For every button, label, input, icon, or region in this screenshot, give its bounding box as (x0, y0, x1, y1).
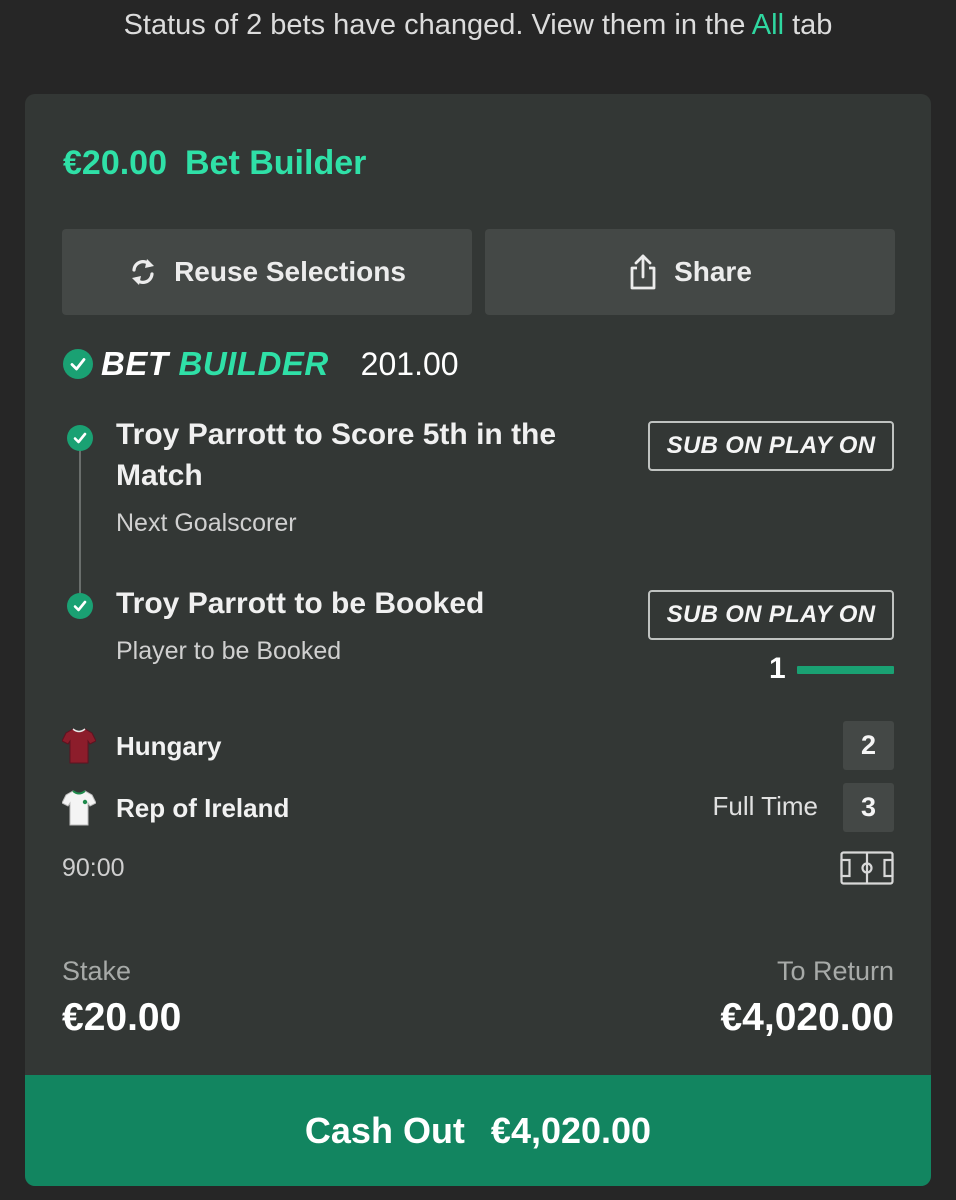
selection-timeline (79, 439, 81, 605)
reuse-selections-label: Reuse Selections (174, 256, 406, 287)
bet-card-title: €20.00 Bet Builder (63, 144, 366, 183)
selection-market: Next Goalscorer (116, 509, 297, 537)
home-team-row: Hungary (62, 724, 221, 768)
stake-value: €20.00 (62, 996, 182, 1039)
pitch-icon[interactable] (840, 851, 894, 885)
cash-out-label: Cash Out (304, 1109, 465, 1151)
bet-odds: 201.00 (360, 345, 459, 382)
share-icon (630, 254, 656, 290)
selection-title: Troy Parrott to Score 5th in the Match (116, 418, 557, 492)
away-team-row: Rep of Ireland (62, 786, 289, 830)
home-score: 2 (843, 721, 894, 770)
cash-out-amount: €4,020.00 (490, 1109, 652, 1151)
bet-type-title: Bet Builder (185, 144, 367, 182)
selection-check-icon (67, 425, 93, 451)
progress-bar (797, 666, 894, 674)
progress-count: 1 (769, 652, 786, 685)
share-label: Share (674, 256, 752, 287)
sub-on-play-on-badge[interactable]: SUB ON PLAY ON (648, 421, 894, 471)
check-circle-icon (63, 349, 93, 379)
match-clock: 90:00 (62, 854, 125, 882)
status-banner: Status of 2 bets have changed. View them… (0, 0, 956, 52)
selection-market: Player to be Booked (116, 637, 342, 665)
status-banner-text: Status of 2 bets have changed. View them… (123, 9, 752, 41)
away-team-name: Rep of Ireland (116, 792, 290, 823)
match-status: Full Time (712, 791, 818, 821)
bet-builder-logo-word2: BUILDER (178, 345, 329, 382)
ireland-shirt-icon (62, 790, 96, 826)
hungary-shirt-icon (62, 728, 96, 764)
bet-builder-logo-word1: BET (101, 345, 169, 382)
bet-builder-header: BET BUILDER 201.00 (63, 344, 459, 384)
to-return-value: €4,020.00 (720, 996, 894, 1039)
stake-label: Stake (62, 956, 132, 986)
reuse-selections-button[interactable]: Reuse Selections (62, 229, 472, 315)
to-return-label: To Return (776, 956, 894, 986)
bet-stake-title: €20.00 (63, 144, 167, 182)
home-team-name: Hungary (116, 730, 222, 761)
bet-card: €20.00 Bet Builder Reuse Selections Share… (25, 94, 931, 1186)
selection-check-icon (67, 593, 93, 619)
refresh-icon (132, 259, 155, 285)
cash-out-button[interactable]: Cash Out €4,020.00 (25, 1075, 931, 1186)
away-score: 3 (843, 783, 894, 832)
selection-title: Troy Parrott to be Booked (116, 587, 485, 620)
share-button[interactable]: Share (485, 229, 895, 315)
sub-on-play-on-badge[interactable]: SUB ON PLAY ON (648, 590, 894, 640)
all-tab-link[interactable]: All (752, 9, 784, 41)
status-banner-tail: tab (784, 9, 833, 41)
